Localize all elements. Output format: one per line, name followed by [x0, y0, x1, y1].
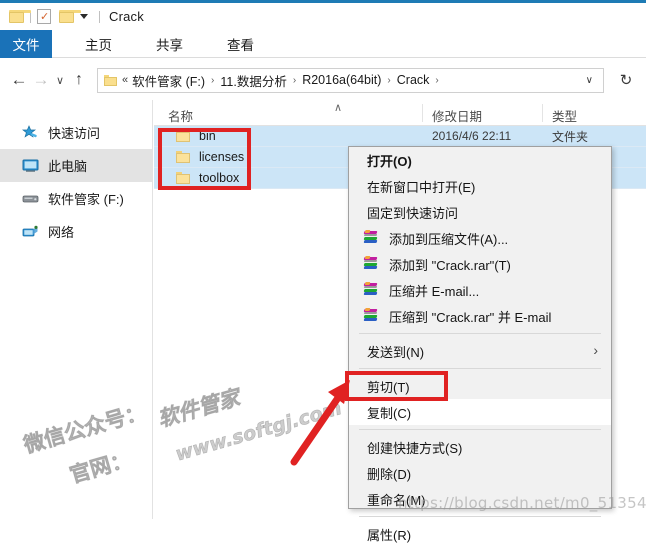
menu-item-properties[interactable]: 属性(R) — [349, 521, 611, 547]
sidebar-item-network[interactable]: 网络 — [0, 215, 152, 248]
menu-item-send-to[interactable]: 发送到(N) › — [349, 338, 611, 364]
menu-label: 压缩并 E-mail... — [389, 283, 480, 299]
menu-separator — [359, 368, 601, 369]
sidebar-label-network: 网络 — [48, 225, 75, 240]
selected-folders-box — [158, 128, 251, 190]
window-title: Crack — [109, 9, 144, 24]
menu-label: 添加到 "Crack.rar"(T) — [389, 257, 511, 273]
breadcrumb-item-drive[interactable]: 软件管家 (F:) — [132, 71, 205, 90]
menu-separator — [359, 429, 601, 430]
checkmark-glyph: ✓ — [40, 11, 50, 23]
menu-label: 发送到(N) — [367, 344, 425, 360]
breadcrumb-separator-1[interactable]: › — [211, 75, 214, 86]
menu-item-add-to-archive[interactable]: 添加到压缩文件(A)... — [349, 225, 611, 251]
menu-label: 重命名(M) — [367, 492, 426, 508]
menu-item-open[interactable]: 打开(O) — [349, 147, 611, 173]
address-dropdown-icon[interactable]: ∨ — [576, 75, 603, 86]
up-button[interactable]: ↑ — [68, 71, 90, 89]
file-type: 文件夹 — [552, 129, 589, 144]
menu-separator — [359, 516, 601, 517]
winrar-icon — [363, 230, 379, 246]
menu-label: 打开(O) — [367, 153, 412, 169]
network-icon — [22, 224, 39, 239]
folder-icon[interactable] — [9, 10, 31, 23]
title-bar: ✓ Crack — [0, 3, 646, 30]
breadcrumb-separator-3[interactable]: › — [387, 75, 390, 86]
winrar-icon — [363, 282, 379, 298]
tab-file[interactable]: 文件 — [0, 30, 52, 58]
column-header-type[interactable]: 类型 — [552, 106, 577, 125]
chevron-right-icon: › — [593, 342, 598, 358]
breadcrumb-item-current[interactable]: Crack — [397, 73, 430, 87]
menu-label: 固定到快速访问 — [367, 205, 459, 221]
recent-locations-button[interactable]: ∨ — [52, 74, 68, 87]
refresh-button[interactable]: ↻ — [612, 71, 640, 89]
pointer-arrow — [290, 380, 350, 466]
menu-label: 属性(R) — [367, 527, 412, 543]
breadcrumb-item-folder2[interactable]: R2016a(64bit) — [302, 73, 381, 87]
menu-item-compress-and-email[interactable]: 压缩并 E-mail... — [349, 277, 611, 303]
address-folder-icon — [104, 74, 117, 86]
breadcrumb-overflow-icon[interactable]: « — [122, 74, 128, 86]
sidebar-label-this-pc: 此电脑 — [48, 159, 88, 174]
sidebar-item-quick-access[interactable]: 快速访问 — [0, 116, 152, 149]
sidebar-label-drive-f: 软件管家 (F:) — [48, 192, 124, 207]
context-menu: 打开(O) 在新窗口中打开(E) 固定到快速访问 添加到压缩文件(A)... 添… — [348, 146, 612, 543]
breadcrumb-separator-2[interactable]: › — [293, 75, 296, 86]
menu-separator — [359, 333, 601, 334]
menu-label: 在新窗口中打开(E) — [367, 179, 476, 195]
menu-label: 压缩到 "Crack.rar" 并 E-mail — [389, 309, 552, 325]
back-button[interactable]: ← — [8, 70, 30, 90]
drive-icon — [22, 191, 39, 206]
file-date: 2016/4/6 22:11 — [432, 129, 512, 143]
breadcrumb-item-folder1[interactable]: 11.数据分析 — [220, 71, 286, 90]
menu-item-rename[interactable]: 重命名(M) — [349, 486, 611, 512]
navigation-bar: ← → ∨ ↑ « 软件管家 (F:) › 11.数据分析 › R2016a(6… — [0, 60, 646, 100]
star-icon — [21, 125, 39, 140]
menu-label: 添加到压缩文件(A)... — [389, 231, 509, 247]
winrar-icon — [363, 308, 379, 324]
ribbon-tab-bar: 文件 主页 共享 查看 — [0, 30, 646, 58]
tab-view[interactable]: 查看 — [216, 30, 265, 58]
toolbar-divider-2 — [99, 10, 100, 23]
tab-home[interactable]: 主页 — [74, 30, 123, 58]
properties-icon[interactable]: ✓ — [37, 9, 51, 24]
forward-button[interactable]: → — [30, 70, 52, 90]
breadcrumb-separator-4[interactable]: › — [435, 75, 438, 86]
chevron-down-icon[interactable] — [80, 14, 88, 19]
column-divider-2[interactable] — [542, 104, 543, 122]
sidebar-item-drive-f[interactable]: 软件管家 (F:) — [0, 182, 152, 215]
new-folder-icon[interactable] — [59, 10, 81, 23]
navigation-pane: 快速访问 此电脑 软件管家 (F:) 网络 — [0, 100, 153, 519]
computer-icon — [22, 158, 39, 173]
column-divider-1[interactable] — [422, 104, 423, 122]
column-header-name[interactable]: 名称 — [168, 106, 193, 125]
sort-caret-icon: ∧ — [334, 102, 343, 114]
tab-share[interactable]: 共享 — [145, 30, 194, 58]
winrar-icon — [363, 256, 379, 272]
menu-label: 创建快捷方式(S) — [367, 440, 463, 456]
sidebar-item-this-pc[interactable]: 此电脑 — [0, 149, 152, 182]
menu-item-pin-quick-access[interactable]: 固定到快速访问 — [349, 199, 611, 225]
menu-item-add-to-crack-rar[interactable]: 添加到 "Crack.rar"(T) — [349, 251, 611, 277]
menu-item-create-shortcut[interactable]: 创建快捷方式(S) — [349, 434, 611, 460]
address-bar[interactable]: « 软件管家 (F:) › 11.数据分析 › R2016a(64bit) › … — [97, 67, 604, 93]
menu-item-open-new-window[interactable]: 在新窗口中打开(E) — [349, 173, 611, 199]
menu-item-compress-to-crack-rar-and-email[interactable]: 压缩到 "Crack.rar" 并 E-mail — [349, 303, 611, 329]
menu-item-delete[interactable]: 删除(D) — [349, 460, 611, 486]
column-header-row: 名称 修改日期 类型 ∧ — [154, 100, 646, 126]
sidebar-label-quick-access: 快速访问 — [48, 126, 101, 141]
menu-item-copy[interactable]: 复制(C) — [349, 399, 611, 425]
column-header-date[interactable]: 修改日期 — [432, 106, 482, 125]
